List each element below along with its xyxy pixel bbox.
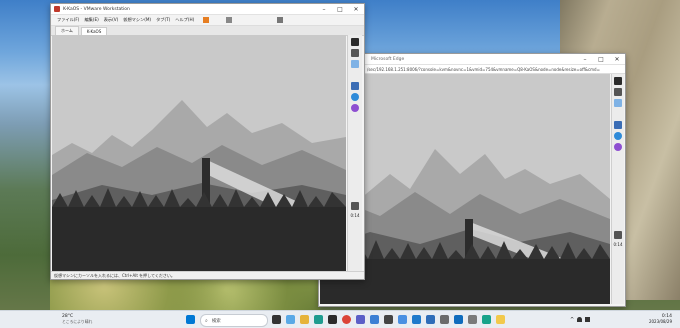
wifi-icon[interactable] <box>577 317 583 322</box>
photo-icon[interactable] <box>351 82 359 90</box>
tab-k-kaos-label: K-KaOS <box>86 29 102 34</box>
speaker-icon[interactable] <box>585 317 591 322</box>
fullscreen-icon[interactable] <box>277 17 284 23</box>
app-tile-icon[interactable] <box>614 99 622 107</box>
chrome-icon[interactable] <box>342 315 351 324</box>
menu-help[interactable]: ヘルプ(H) <box>175 17 194 23</box>
menu-edit[interactable]: 編集(E) <box>84 17 98 23</box>
vmware-statusbar: 仮想マシンにカーソルを入れるには、Ctrl+Alt を押してください。 <box>51 271 364 279</box>
minimize-button[interactable]: – <box>316 4 332 14</box>
menu-vm[interactable]: 仮想マシン(M) <box>123 17 151 23</box>
logo-icon <box>614 77 622 85</box>
vmware-window-title: K-KaOS - VMware Workstation <box>63 6 130 12</box>
vmware-guest-screen[interactable] <box>52 35 346 271</box>
guest-clock: 0:14 <box>350 213 360 218</box>
vmware-guest-sidebar[interactable]: 0:14 <box>347 35 362 271</box>
taskbar: 28°C ところにより晴れ ⌕ 検索 ^ 0:14 2023/08/29 <box>0 310 680 328</box>
mail-icon[interactable] <box>370 315 379 324</box>
vmware-titlebar[interactable]: K-KaOS - VMware Workstation – □ ✕ <box>51 4 364 15</box>
tab-home-label: ホーム <box>61 28 73 33</box>
power-icon[interactable] <box>203 17 210 23</box>
maximize-button[interactable]: □ <box>593 54 609 64</box>
headset-icon[interactable] <box>614 143 622 151</box>
edge-icon[interactable] <box>314 315 323 324</box>
dashboard-icon[interactable] <box>351 49 359 57</box>
logo-icon <box>351 38 359 46</box>
close-button[interactable]: ✕ <box>348 4 364 14</box>
vmware-app-icon <box>54 6 60 12</box>
edge-dev-icon[interactable] <box>482 315 491 324</box>
headset-icon[interactable] <box>351 104 359 112</box>
vmware-icon[interactable] <box>440 315 449 324</box>
weather-widget[interactable]: 28°C ところにより晴れ <box>62 314 102 325</box>
menu-file[interactable]: ファイル(F) <box>57 17 79 23</box>
start-icon[interactable] <box>186 315 195 324</box>
copilot-icon[interactable] <box>286 315 295 324</box>
search-placeholder: 検索 <box>211 318 221 324</box>
dashboard-icon[interactable] <box>614 88 622 96</box>
settings-app-icon[interactable] <box>468 315 477 324</box>
guest-clock: 0:14 <box>613 242 623 247</box>
photo-icon[interactable] <box>614 121 622 129</box>
clock[interactable]: 0:14 2023/08/29 <box>622 314 672 324</box>
menu-view[interactable]: 表示(V) <box>104 17 119 23</box>
snapshot-icon[interactable] <box>226 17 233 23</box>
system-tray[interactable]: ^ <box>570 315 620 324</box>
calendar-icon[interactable] <box>426 315 435 324</box>
app-tile-icon[interactable] <box>351 60 359 68</box>
edge-guest-sidebar[interactable]: 0:14 <box>611 74 624 304</box>
settings-icon[interactable] <box>351 93 359 101</box>
outlook-icon[interactable] <box>454 315 463 324</box>
file-explorer-icon[interactable] <box>300 315 309 324</box>
task-view-icon[interactable] <box>272 315 281 324</box>
vscode-icon[interactable] <box>412 315 421 324</box>
weather-desc: ところにより晴れ <box>62 319 93 324</box>
vmware-guest-wallpaper <box>52 35 346 271</box>
terminal-icon[interactable] <box>384 315 393 324</box>
close-button[interactable]: ✕ <box>609 54 625 64</box>
edge-window-title: Microsoft Edge <box>371 56 405 62</box>
tab-home[interactable]: ホーム <box>55 26 79 35</box>
taskbar-search[interactable]: ⌕ 検索 <box>200 314 268 327</box>
vmware-window[interactable]: K-KaOS - VMware Workstation – □ ✕ ファイル(F… <box>50 3 365 280</box>
photos-icon[interactable] <box>398 315 407 324</box>
tab-k-kaos[interactable]: K-KaOS <box>80 27 108 35</box>
settings-icon[interactable] <box>614 132 622 140</box>
menu-tabs[interactable]: タブ(T) <box>156 17 170 23</box>
vmware-menubar: ファイル(F) 編集(E) 表示(V) 仮想マシン(M) タブ(T) ヘルプ(H… <box>51 15 364 26</box>
teams-icon[interactable] <box>356 315 365 324</box>
status-text: 仮想マシンにカーソルを入れるには、Ctrl+Alt を押してください。 <box>54 272 175 278</box>
address-url: /sec/192.168.1.251:8006/?console=kvm&nov… <box>367 66 600 72</box>
clock-date: 2023/08/29 <box>648 319 672 324</box>
volume-icon[interactable] <box>351 202 359 210</box>
minimize-button[interactable]: – <box>577 54 593 64</box>
store-icon[interactable] <box>328 315 337 324</box>
volume-icon[interactable] <box>614 231 622 239</box>
maximize-button[interactable]: □ <box>332 4 348 14</box>
sticky-notes-icon[interactable] <box>496 315 505 324</box>
search-icon: ⌕ <box>205 317 208 324</box>
chevron-up-icon[interactable]: ^ <box>570 317 574 323</box>
